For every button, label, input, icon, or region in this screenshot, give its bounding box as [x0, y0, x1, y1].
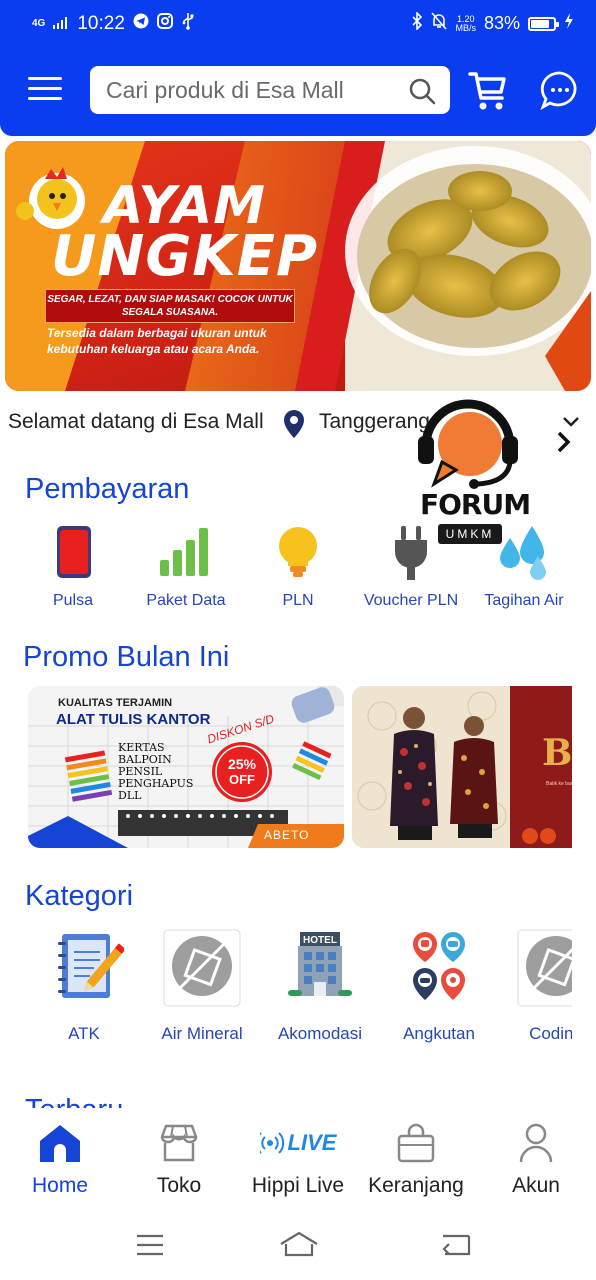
nav-hippi-live[interactable]: LIVE Hippi Live [238, 1122, 358, 1198]
chevron-down-icon[interactable] [562, 416, 580, 428]
promo-banner[interactable]: AYAM UNGKEP SEGAR, LEZAT, DAN SIAP MASAK… [5, 141, 591, 391]
signal-bars-icon [156, 522, 216, 582]
instagram-icon [156, 13, 173, 34]
categories-overflow-clip: Coding [500, 928, 572, 1048]
promo1-kicker: KUALITAS TERJAMIN [58, 697, 173, 709]
search-bar[interactable] [90, 66, 450, 114]
payment-item-tagihan-air[interactable]: Tagihan Air [469, 522, 579, 610]
section-title-terbaru: Terbaru [25, 1094, 123, 1108]
bluetooth-icon [411, 11, 423, 35]
category-item-akomodasi[interactable]: HOTEL Akomodasi [270, 928, 370, 1044]
promo-batik-artwork [352, 686, 572, 848]
plug-icon [381, 522, 441, 582]
promo-title: Promo Bulan Ini [23, 641, 230, 673]
usb-icon [181, 12, 195, 35]
cart-icon[interactable] [468, 70, 508, 112]
home-icon [0, 1122, 120, 1164]
home-system-icon[interactable] [279, 1230, 319, 1258]
status-bar: 4G 10:22 1.20 MB/s 83% [0, 0, 596, 46]
categories-title: Kategori [25, 880, 134, 912]
chevron-right-icon[interactable] [556, 430, 572, 454]
mute-bell-icon [431, 12, 448, 35]
telegram-icon [133, 13, 149, 34]
promo1-discount-value: 25% [227, 756, 257, 772]
live-icon: LIVE [238, 1122, 358, 1164]
recent-apps-icon[interactable] [136, 1234, 164, 1256]
clock: 10:22 [77, 12, 125, 34]
placeholder-image-icon [516, 928, 572, 1008]
phone-icon [43, 522, 103, 582]
lightbulb-icon [268, 522, 328, 582]
category-item-coding[interactable]: Coding [506, 928, 572, 1044]
battery-icon [528, 16, 559, 31]
promo-card-batik[interactable]: B Batik ke bangsawan [352, 686, 572, 848]
payment-item-pulsa[interactable]: Pulsa [18, 522, 128, 610]
payment-item-pln[interactable]: PLN [243, 522, 353, 610]
promo1-title: ALAT TULIS KANTOR [56, 711, 211, 728]
payment-item-voucher-pln[interactable]: Voucher PLN [356, 522, 466, 610]
banner-title-2: UNGKEP [51, 224, 318, 289]
menu-icon[interactable] [28, 77, 62, 103]
back-icon[interactable] [441, 1234, 471, 1256]
net-speed: 1.20 MB/s [455, 13, 476, 33]
headset-icon [418, 399, 518, 489]
battery-level [531, 19, 550, 28]
banner-tagline: SEGAR, LEZAT, DAN SIAP MASAK! COCOK UNTU… [45, 289, 295, 323]
payments-title: Pembayaran [25, 473, 190, 505]
promo-card-atk[interactable]: KUALITAS TERJAMIN ALAT TULIS KANTOR KERT… [28, 686, 344, 848]
store-icon [119, 1122, 239, 1164]
bottom-navigation: Home Toko LIVE Hippi Live Keranjang Akun [0, 1108, 596, 1208]
nav-akun[interactable]: Akun [476, 1122, 596, 1198]
placeholder-image-icon [162, 928, 242, 1008]
location-pin-icon [284, 410, 304, 438]
promo2-headline: B [542, 732, 572, 774]
battery-percent: 83% [483, 13, 520, 33]
signal-icon [53, 13, 69, 34]
live-badge: LIVE [287, 1130, 337, 1155]
promo1-brand: ABETO [264, 828, 310, 842]
charging-icon [564, 13, 574, 34]
svg-text:HOTEL: HOTEL [303, 935, 337, 946]
hotel-icon: HOTEL [280, 928, 360, 1008]
welcome-text: Selamat datang di Esa Mall [8, 410, 264, 433]
water-drops-icon [494, 522, 554, 582]
system-navigation-bar [0, 1208, 596, 1280]
chat-icon[interactable] [540, 70, 580, 110]
transport-pins-icon [399, 928, 479, 1008]
forum-title: FORUM [420, 488, 531, 521]
shopping-bag-icon [356, 1122, 476, 1164]
category-item-air-mineral[interactable]: Air Mineral [152, 928, 252, 1044]
promo1-item-list: KERTAS BALPOIN PENSIL PENGHAPUS DLL [118, 741, 194, 802]
banner-description: Tersedia dalam berbagai ukuran untuk keb… [47, 326, 267, 356]
nav-keranjang[interactable]: Keranjang [356, 1122, 476, 1198]
category-item-angkutan[interactable]: Angkutan [389, 928, 489, 1044]
payment-item-paket-data[interactable]: Paket Data [131, 522, 241, 610]
search-icon[interactable] [408, 77, 436, 105]
search-input[interactable] [106, 74, 396, 106]
promo1-discount-off: OFF [229, 772, 255, 787]
user-icon [476, 1122, 596, 1164]
nav-toko[interactable]: Toko [119, 1122, 239, 1198]
nav-home[interactable]: Home [0, 1122, 120, 1198]
promo2-small-text: Batik ke bangsawan [546, 781, 572, 787]
notebook-pencil-icon [44, 928, 126, 1008]
category-item-atk[interactable]: ATK [34, 928, 134, 1044]
network-type: 4G [32, 17, 46, 29]
